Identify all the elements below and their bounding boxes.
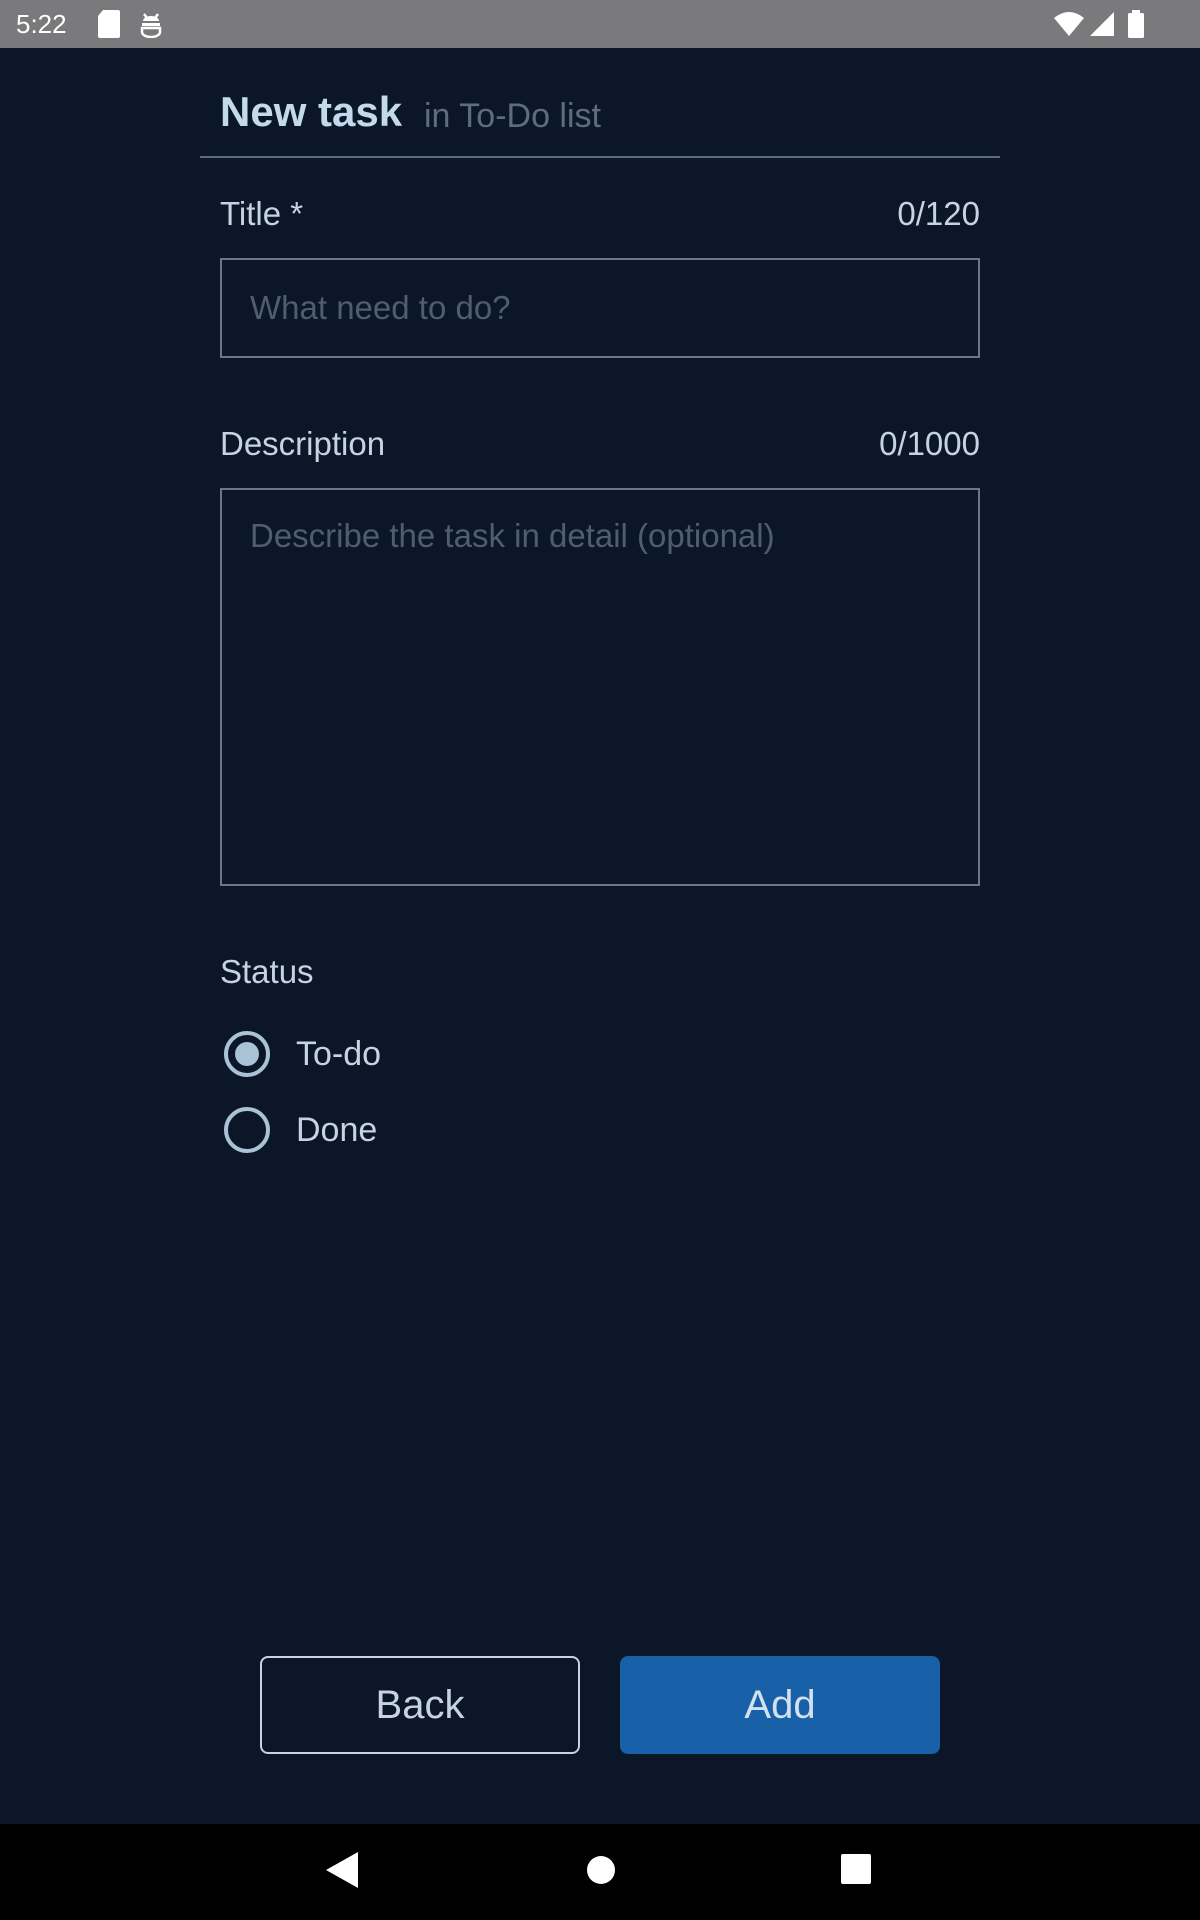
description-field-label: Description bbox=[220, 425, 386, 462]
new-task-screen: New task in To-Do list Title * 0/120 Des… bbox=[0, 48, 1200, 1824]
radio-selected-icon[interactable] bbox=[224, 1031, 270, 1077]
title-input[interactable] bbox=[222, 260, 978, 356]
title-field-label: Title * bbox=[220, 195, 304, 232]
status-label: Status bbox=[220, 953, 314, 990]
battery-icon bbox=[1128, 10, 1144, 43]
wifi-icon bbox=[1054, 12, 1084, 41]
radio-unselected-icon[interactable] bbox=[224, 1107, 270, 1153]
status-bar: 5:22 bbox=[0, 0, 1200, 48]
add-button[interactable]: Add bbox=[620, 1656, 940, 1754]
home-circle-icon[interactable] bbox=[586, 1852, 616, 1893]
page-title: New task bbox=[220, 88, 403, 135]
cell-signal-icon bbox=[1090, 12, 1114, 41]
description-input[interactable] bbox=[222, 490, 978, 884]
page-header: New task in To-Do list bbox=[200, 48, 1000, 158]
description-field bbox=[220, 488, 980, 886]
status-option-label: Done bbox=[296, 1111, 378, 1149]
title-char-counter: 0/120 bbox=[897, 195, 980, 232]
android-debug-icon bbox=[138, 10, 164, 43]
status-option-done[interactable]: Done bbox=[220, 1100, 620, 1160]
back-triangle-icon[interactable] bbox=[326, 1852, 358, 1893]
back-button[interactable]: Back bbox=[260, 1656, 580, 1754]
description-char-counter: 0/1000 bbox=[879, 425, 980, 462]
status-time: 5:22 bbox=[16, 9, 67, 39]
page-subtitle: in To-Do list bbox=[424, 97, 601, 135]
title-field bbox=[220, 258, 980, 358]
status-option-label: To-do bbox=[296, 1035, 382, 1073]
status-option-todo[interactable]: To-do bbox=[220, 1024, 620, 1084]
recents-square-icon[interactable] bbox=[841, 1854, 871, 1889]
sd-card-icon bbox=[98, 10, 120, 43]
radio-dot bbox=[235, 1042, 259, 1066]
navigation-bar bbox=[0, 1824, 1200, 1920]
